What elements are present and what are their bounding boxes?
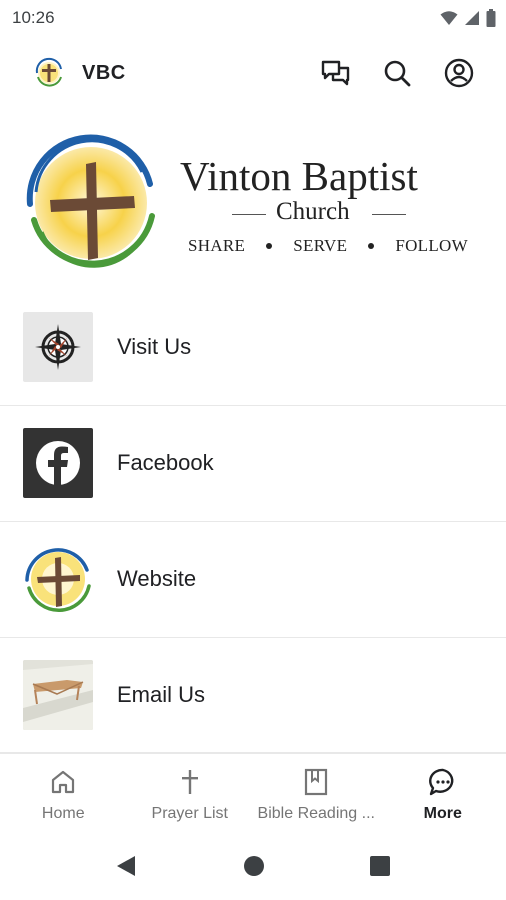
banner-subtitle: Church — [232, 198, 412, 228]
nav-more-label: More — [423, 805, 462, 822]
divider — [232, 214, 266, 215]
app-title: VBC — [82, 62, 126, 84]
signal-icon — [465, 11, 479, 25]
battery-icon — [486, 9, 496, 27]
church-logo-icon — [23, 544, 93, 614]
nav-prayer-list[interactable]: Prayer List — [127, 753, 254, 833]
list-item-website[interactable]: Website — [0, 522, 506, 638]
tagline-follow: FOLLOW — [395, 236, 468, 255]
account-icon — [444, 58, 474, 88]
list-item-label: Email Us — [117, 682, 206, 707]
back-button[interactable] — [114, 854, 138, 878]
chat-button[interactable] — [317, 55, 353, 91]
list-item-label: Website — [117, 566, 197, 591]
banner-subtitle-text: Church — [276, 198, 350, 225]
list-item-label: Visit Us — [117, 334, 192, 359]
bottom-navigation: Home Prayer List Bible Reading ... More — [0, 752, 506, 833]
system-navigation-bar — [0, 832, 506, 900]
nav-home[interactable]: Home — [0, 753, 127, 833]
chat-icon — [321, 60, 350, 86]
back-icon — [117, 856, 135, 876]
list-item-email-us[interactable]: Email Us — [0, 638, 506, 754]
bookmark-book-icon — [301, 767, 331, 797]
cross-icon — [175, 767, 205, 797]
app-bar: VBC — [0, 36, 506, 112]
list-item-facebook[interactable]: Facebook — [0, 406, 506, 522]
account-button[interactable] — [441, 55, 477, 91]
home-icon — [48, 767, 78, 797]
app-logo-icon — [35, 57, 62, 87]
bullet — [266, 243, 273, 249]
home-circle-icon — [244, 856, 264, 876]
home-nav-button[interactable] — [242, 854, 266, 878]
status-icons — [440, 9, 496, 27]
banner-church-name: Vinton Baptist — [180, 153, 418, 199]
church-logo-icon — [26, 134, 155, 268]
status-time: 10:26 — [12, 8, 55, 27]
compass-icon — [23, 312, 93, 382]
status-bar: 10:26 — [0, 0, 506, 36]
search-button[interactable] — [379, 55, 415, 91]
wifi-icon — [440, 11, 458, 25]
nav-prayer-list-label: Prayer List — [151, 805, 228, 822]
tagline-share: SHARE — [188, 236, 246, 255]
recents-button[interactable] — [368, 854, 392, 878]
list-item-visit-us[interactable]: Visit Us — [0, 290, 506, 406]
church-banner: Vinton Baptist Church SHARE SERVE FOLLOW — [0, 112, 506, 290]
bullet — [368, 243, 375, 249]
envelope-photo-icon — [23, 660, 93, 730]
more-list: Visit Us Facebook Website Email Us — [0, 290, 506, 754]
search-icon — [384, 60, 411, 87]
nav-bible-reading-label: Bible Reading ... — [257, 805, 375, 822]
list-item-label: Facebook — [117, 450, 214, 475]
chat-bubble-icon — [428, 767, 458, 797]
nav-more[interactable]: More — [380, 753, 506, 833]
nav-home-label: Home — [41, 805, 85, 822]
banner-tagline: SHARE SERVE FOLLOW — [188, 236, 468, 256]
divider — [372, 214, 406, 215]
recents-icon — [370, 856, 390, 876]
tagline-serve: SERVE — [293, 236, 348, 255]
nav-bible-reading[interactable]: Bible Reading ... — [253, 753, 380, 833]
facebook-icon — [23, 428, 93, 498]
